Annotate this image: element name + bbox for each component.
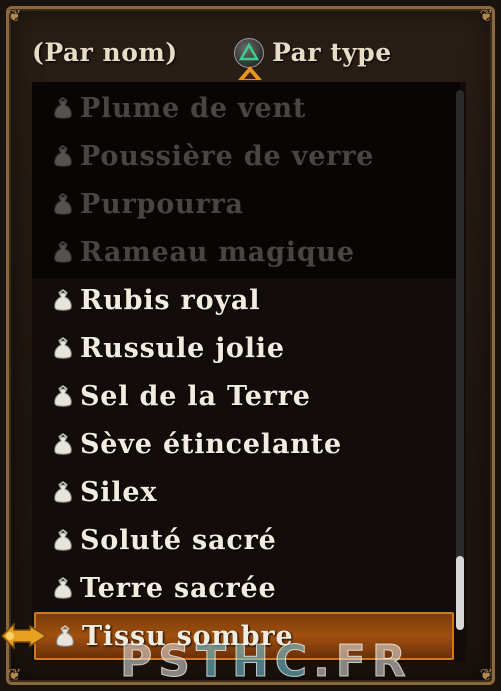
list-item[interactable]: Rubis royal [34, 276, 454, 324]
item-label: Plume de vent [80, 92, 307, 124]
pointer-cursor-icon [0, 622, 48, 650]
triangle-button-icon[interactable] [234, 38, 264, 68]
list-item[interactable]: Silex [34, 468, 454, 516]
item-label: Poussière de verre [80, 140, 375, 172]
item-label: Sel de la Terre [80, 380, 311, 412]
list-item[interactable]: Rameau magique [34, 228, 454, 276]
watermark-logo: PSTHC.FR [120, 636, 412, 688]
bag-icon [56, 625, 74, 647]
bag-icon [54, 289, 72, 311]
scrollbar-track[interactable] [456, 90, 464, 630]
corner-ornament-icon: ❦ [479, 665, 493, 684]
item-label: Soluté sacré [80, 524, 277, 556]
list-item[interactable]: Sel de la Terre [34, 372, 454, 420]
item-label: Rameau magique [80, 236, 355, 268]
corner-ornament-icon: ❦ [8, 665, 22, 684]
list-item[interactable]: Purpourra [34, 180, 454, 228]
bag-icon [54, 337, 72, 359]
list-item[interactable]: Plume de vent [34, 84, 454, 132]
bag-icon [54, 145, 72, 167]
corner-ornament-icon: ❦ [8, 6, 22, 25]
scrollbar-thumb[interactable] [456, 556, 464, 630]
bag-icon [54, 433, 72, 455]
bag-icon [54, 577, 72, 599]
bag-icon [54, 241, 72, 263]
bag-icon [54, 529, 72, 551]
list-item[interactable]: Poussière de verre [34, 132, 454, 180]
list-item[interactable]: Terre sacrée [34, 564, 454, 612]
sort-by-name-option[interactable]: (Par nom) [32, 38, 178, 67]
item-label: Rubis royal [80, 284, 261, 316]
sort-by-type-option[interactable]: Par type [272, 38, 392, 67]
bag-icon [54, 481, 72, 503]
bag-icon [54, 97, 72, 119]
item-label: Russule jolie [80, 332, 285, 364]
corner-ornament-icon: ❦ [479, 6, 493, 25]
bag-icon [54, 193, 72, 215]
item-list: Plume de vent Poussière de verre Purpourra… [34, 84, 454, 660]
list-item[interactable]: Sève étincelante [34, 420, 454, 468]
list-item[interactable]: Soluté sacré [34, 516, 454, 564]
item-label: Silex [80, 476, 158, 508]
item-label: Purpourra [80, 188, 244, 220]
item-label: Sève étincelante [80, 428, 342, 460]
list-item[interactable]: Russule jolie [34, 324, 454, 372]
bag-icon [54, 385, 72, 407]
item-label: Terre sacrée [80, 572, 277, 604]
